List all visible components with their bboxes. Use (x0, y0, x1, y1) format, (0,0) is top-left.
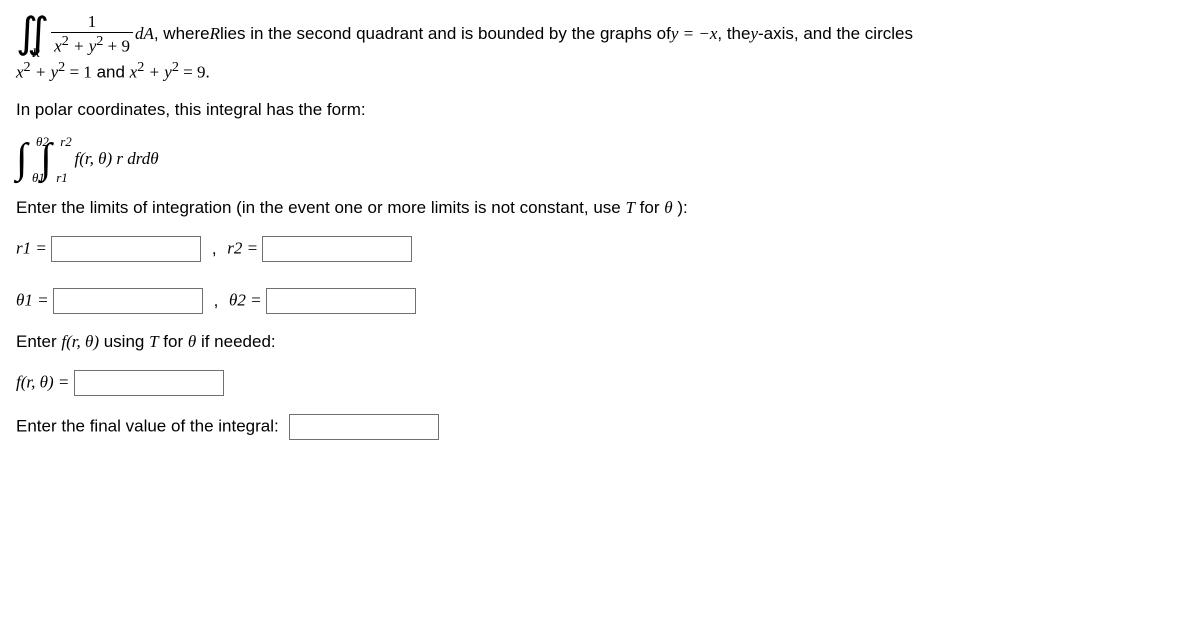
theta2-input[interactable] (266, 288, 416, 314)
r-limits-row: r1 = , r2 = (16, 236, 1184, 262)
enter-f-instruction: Enter f(r, θ) using T for θ if needed: (16, 332, 1184, 352)
text: -axis, and the circles (758, 24, 913, 44)
theta1-label: θ1 = (16, 291, 53, 310)
circle-equations: x2 + y2 = 1 and x2 + y2 = 9. (16, 59, 1184, 83)
polar-integral-form: ∫ θ2 θ1 ∫ r2 r1 f(r, θ) r drdθ (16, 138, 1184, 180)
text: lies in the second quadrant and is bound… (220, 24, 671, 44)
f-input-row: f(r, θ) = (16, 370, 1184, 396)
r2-label: r2 = (227, 239, 262, 258)
theta-limits-row: θ1 = , θ2 = (16, 288, 1184, 314)
final-value-input[interactable] (289, 414, 439, 440)
polar-intro-text: In polar coordinates, this integral has … (16, 100, 1184, 120)
text: and (97, 62, 130, 81)
r2-input[interactable] (262, 236, 412, 262)
final-value-row: Enter the final value of the integral: (16, 414, 1184, 440)
f-label: f(r, θ) = (16, 373, 74, 392)
r1-label: r1 = (16, 239, 51, 258)
text: , the (717, 24, 750, 44)
eq-y-neg-x: y = −x (671, 24, 718, 44)
limits-instruction: Enter the limits of integration (in the … (16, 198, 1184, 218)
f-input[interactable] (74, 370, 224, 396)
double-integral-symbol: ∬ R (16, 13, 49, 55)
text: , where (154, 24, 210, 44)
r1-input[interactable] (51, 236, 201, 262)
integrand-fraction: 1 x2 + y2 + 9 (51, 12, 133, 57)
final-value-label: Enter the final value of the integral: (16, 417, 279, 436)
region-R: R (210, 24, 220, 44)
theta1-input[interactable] (53, 288, 203, 314)
y-var: y (750, 24, 758, 44)
dA: dA (135, 24, 154, 44)
theta2-label: θ2 = (229, 291, 266, 310)
integral-statement: ∬ R 1 x2 + y2 + 9 dA , where R lies in t… (16, 12, 1184, 57)
